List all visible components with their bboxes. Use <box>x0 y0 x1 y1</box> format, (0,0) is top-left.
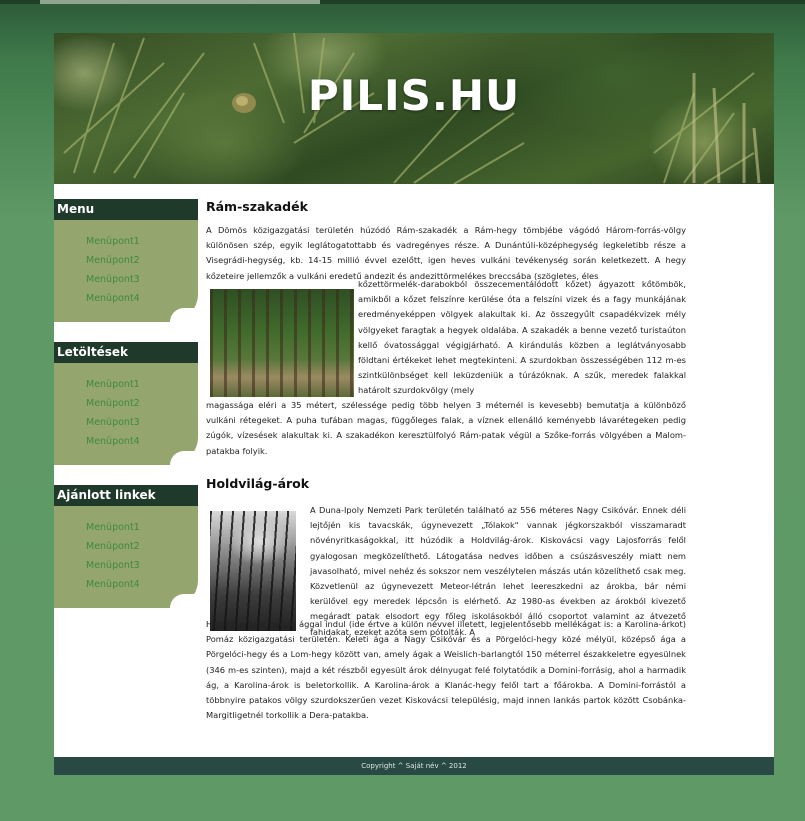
sidebar-link-menupont4[interactable]: Menüpont4 <box>54 289 198 308</box>
article-title: Rám-szakadék <box>206 199 308 214</box>
sidebar-block-menu: Menu Menüpont1 Menüpont2 Menüpont3 Menüp… <box>54 199 198 322</box>
sidebar-link-menupont4[interactable]: Menüpont4 <box>54 432 198 451</box>
article-paragraph: kőzettörmelék-darabokból összecementálód… <box>358 279 686 396</box>
sidebar-corner-tab <box>170 308 198 322</box>
sidebar-corner-tab <box>170 451 198 465</box>
article-paragraph: magassága eléri a 35 métert, szélessége … <box>206 400 686 456</box>
sidebar-link-menupont1[interactable]: Menüpont1 <box>54 232 198 251</box>
sidebar-link-menupont2[interactable]: Menüpont2 <box>54 537 198 556</box>
footer: Copyright ^ Saját név ^ 2012 <box>54 757 774 775</box>
page-wrapper: PILIS.HU Menu Menüpont1 Menüpont2 Menüpo… <box>54 33 774 775</box>
sidebar-link-menupont2[interactable]: Menüpont2 <box>54 251 198 270</box>
sidebar-block-body: Menüpont1 Menüpont2 Menüpont3 Menüpont4 <box>54 363 198 465</box>
sidebar-link-menupont2[interactable]: Menüpont2 <box>54 394 198 413</box>
article-paragraph: Holdvilág-árok három ággal indul (ide ér… <box>206 619 686 721</box>
sidebar-link-menupont3[interactable]: Menüpont3 <box>54 413 198 432</box>
sidebar-block-body: Menüpont1 Menüpont2 Menüpont3 Menüpont4 <box>54 506 198 608</box>
top-strip <box>0 0 805 4</box>
sidebar-link-menupont3[interactable]: Menüpont3 <box>54 556 198 575</box>
sidebar-link-menupont3[interactable]: Menüpont3 <box>54 270 198 289</box>
header-banner: PILIS.HU <box>54 33 774 184</box>
sidebar-link-menupont1[interactable]: Menüpont1 <box>54 375 198 394</box>
forest-path-image <box>210 289 354 397</box>
sidebar-block-body: Menüpont1 Menüpont2 Menüpont3 Menüpont4 <box>54 220 198 322</box>
sidebar-block-downloads: Letöltések Menüpont1 Menüpont2 Menüpont3… <box>54 342 198 465</box>
sidebar-block-title: Menu <box>54 199 198 220</box>
sidebar-corner-tab <box>170 594 198 608</box>
sidebar-link-menupont4[interactable]: Menüpont4 <box>54 575 198 594</box>
forest-trees-image <box>210 511 296 631</box>
top-strip-highlight <box>40 0 320 4</box>
site-title: PILIS.HU <box>307 71 521 120</box>
sidebar-block-recommended-links: Ajánlott linkek Menüpont1 Menüpont2 Menü… <box>54 485 198 608</box>
sidebar-block-title: Ajánlott linkek <box>54 485 198 506</box>
article-title: Holdvilág-árok <box>206 476 310 491</box>
sidebar: Menu Menüpont1 Menüpont2 Menüpont3 Menüp… <box>54 199 198 628</box>
article-paragraph: A Dömös közigazgatási területén húzódó R… <box>206 225 686 281</box>
sidebar-block-title: Letöltések <box>54 342 198 363</box>
sidebar-link-menupont1[interactable]: Menüpont1 <box>54 518 198 537</box>
